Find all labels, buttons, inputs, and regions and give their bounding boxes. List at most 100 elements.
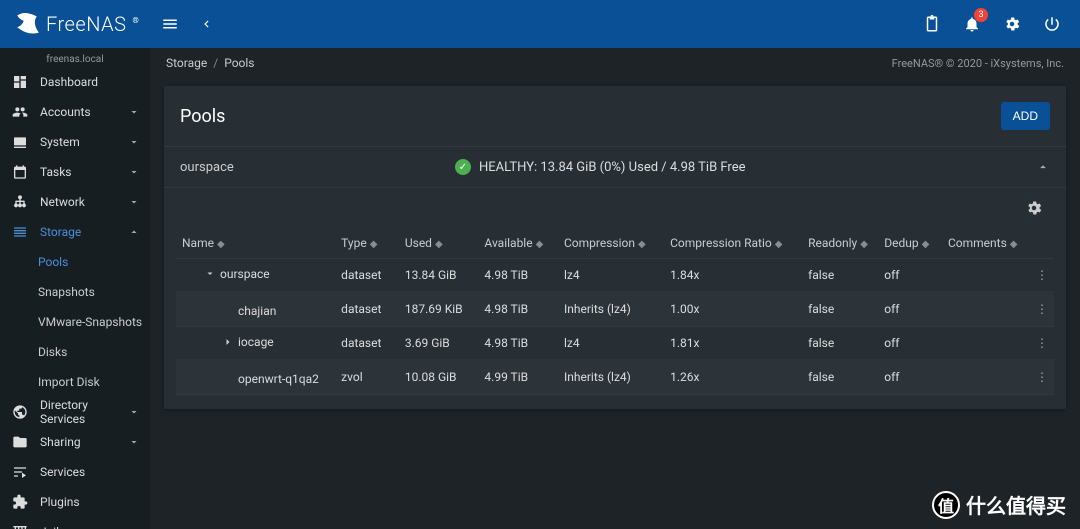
col-dedup[interactable]: Dedup◆ <box>878 228 942 259</box>
col-name[interactable]: Name◆ <box>176 228 335 259</box>
sidebar-item-storage[interactable]: Storage <box>0 217 150 247</box>
sort-icon: ◆ <box>370 239 378 250</box>
add-button[interactable]: ADD <box>1001 102 1050 130</box>
col-available[interactable]: Available◆ <box>478 228 558 259</box>
tasks-icon <box>12 164 28 180</box>
row-ratio: 1.00x <box>664 292 802 327</box>
notifications-icon[interactable]: 3 <box>960 12 984 36</box>
row-compression: lz4 <box>558 259 664 292</box>
col-used[interactable]: Used◆ <box>399 228 479 259</box>
sidebar-item-tasks[interactable]: Tasks <box>0 157 150 187</box>
sidebar-item-sharing[interactable]: Sharing <box>0 427 150 457</box>
page-title: Pools <box>180 106 225 127</box>
sidebar-item-services[interactable]: Services <box>0 457 150 487</box>
row-type: dataset <box>335 327 399 360</box>
back-icon[interactable] <box>194 12 218 36</box>
row-readonly: false <box>802 327 878 360</box>
health-check-icon: ✓ <box>455 159 471 175</box>
sidebar-item-network[interactable]: Network <box>0 187 150 217</box>
hostname: freenas.local <box>0 48 150 67</box>
row-readonly: false <box>802 360 878 395</box>
sidebar-item-plugins[interactable]: Plugins <box>0 487 150 517</box>
col-type[interactable]: Type◆ <box>335 228 399 259</box>
sidebar-item-accounts[interactable]: Accounts <box>0 97 150 127</box>
row-name: ourspace <box>220 267 270 281</box>
row-readonly: false <box>802 259 878 292</box>
row-readonly: false <box>802 292 878 327</box>
clipboard-icon[interactable] <box>920 12 944 36</box>
row-menu-icon[interactable]: ⋮ <box>1028 360 1054 395</box>
jails-icon <box>12 524 28 529</box>
table-row[interactable]: ourspace dataset 13.84 GiB 4.98 TiB lz4 … <box>176 259 1054 292</box>
col-compression-ratio[interactable]: Compression Ratio◆ <box>664 228 802 259</box>
row-used: 10.08 GiB <box>399 360 479 395</box>
sort-icon: ◆ <box>435 239 443 250</box>
sidebar-subitem-import-disk[interactable]: Import Disk <box>0 367 150 397</box>
chevron-down-icon <box>128 436 140 448</box>
row-dedup: off <box>878 360 942 395</box>
row-comments <box>942 292 1029 327</box>
sidebar-subitem-vmware-snapshots[interactable]: VMware-Snapshots <box>0 307 150 337</box>
chevron-down-icon <box>128 196 140 208</box>
plugins-icon <box>12 494 28 510</box>
sidebar-subitem-snapshots[interactable]: Snapshots <box>0 277 150 307</box>
row-name: chajian <box>238 304 276 318</box>
settings-icon[interactable] <box>1000 12 1024 36</box>
row-dedup: off <box>878 327 942 360</box>
network-icon <box>12 194 28 210</box>
row-compression: lz4 <box>558 327 664 360</box>
sidebar-item-jails[interactable]: Jails <box>0 517 150 529</box>
health-text: HEALTHY: 13.84 GiB (0%) Used / 4.98 TiB … <box>479 160 746 175</box>
chevron-down-icon <box>128 106 140 118</box>
logo-text: FreeNAS <box>46 12 126 36</box>
table-settings-icon[interactable] <box>1022 196 1046 220</box>
row-used: 187.69 KiB <box>399 292 479 327</box>
breadcrumb-pools[interactable]: Pools <box>224 56 254 70</box>
sidebar-item-label: Dashboard <box>40 75 98 89</box>
sidebar-item-label: Accounts <box>40 105 91 119</box>
datasets-table: Name◆Type◆Used◆Available◆Compression◆Com… <box>176 228 1054 395</box>
row-menu-icon[interactable]: ⋮ <box>1028 327 1054 360</box>
col-comments[interactable]: Comments◆ <box>942 228 1029 259</box>
sidebar-item-dashboard[interactable]: Dashboard <box>0 67 150 97</box>
chevron-down-icon <box>128 166 140 178</box>
table-row[interactable]: iocage dataset 3.69 GiB 4.98 TiB lz4 1.8… <box>176 327 1054 360</box>
table-row[interactable]: chajian dataset 187.69 KiB 4.98 TiB Inhe… <box>176 292 1054 327</box>
sort-icon: ◆ <box>1010 239 1018 250</box>
row-used: 3.69 GiB <box>399 327 479 360</box>
pool-summary-row[interactable]: ourspace ✓ HEALTHY: 13.84 GiB (0%) Used … <box>164 147 1066 188</box>
chevron-up-icon <box>128 226 140 238</box>
table-row[interactable]: openwrt-q1qa2 zvol 10.08 GiB 4.99 TiB In… <box>176 360 1054 395</box>
sidebar-item-directory-services[interactable]: Directory Services <box>0 397 150 427</box>
directory-icon <box>12 404 28 420</box>
sidebar-subitem-disks[interactable]: Disks <box>0 337 150 367</box>
row-name: iocage <box>238 335 274 349</box>
sort-icon: ◆ <box>536 239 544 250</box>
row-menu-icon[interactable]: ⋮ <box>1028 259 1054 292</box>
system-icon <box>12 134 28 150</box>
row-dedup: off <box>878 292 942 327</box>
row-compression: Inherits (lz4) <box>558 292 664 327</box>
sidebar-item-label: Tasks <box>40 165 72 179</box>
sidebar-subitem-pools[interactable]: Pools <box>0 247 150 277</box>
sort-icon: ◆ <box>638 239 646 250</box>
freenas-logo-icon <box>14 11 40 37</box>
sidebar-item-label: Network <box>40 195 85 209</box>
sort-icon: ◆ <box>922 239 930 250</box>
col-readonly[interactable]: Readonly◆ <box>802 228 878 259</box>
row-dedup: off <box>878 259 942 292</box>
breadcrumb-storage[interactable]: Storage <box>166 56 207 70</box>
storage-icon <box>12 224 28 240</box>
col-compression[interactable]: Compression◆ <box>558 228 664 259</box>
sidebar-item-system[interactable]: System <box>0 127 150 157</box>
sort-icon: ◆ <box>217 239 225 250</box>
services-icon <box>12 464 28 480</box>
power-icon[interactable] <box>1040 12 1064 36</box>
collapse-icon[interactable] <box>1036 160 1050 174</box>
row-menu-icon[interactable]: ⋮ <box>1028 292 1054 327</box>
sidebar-item-label: Storage <box>40 225 81 239</box>
sidebar-item-label: Plugins <box>40 495 80 509</box>
menu-toggle-icon[interactable] <box>158 12 182 36</box>
sidebar-item-label: Directory Services <box>40 398 116 426</box>
pools-card: Pools ADD ourspace ✓ HEALTHY: 13.84 GiB … <box>164 86 1066 409</box>
